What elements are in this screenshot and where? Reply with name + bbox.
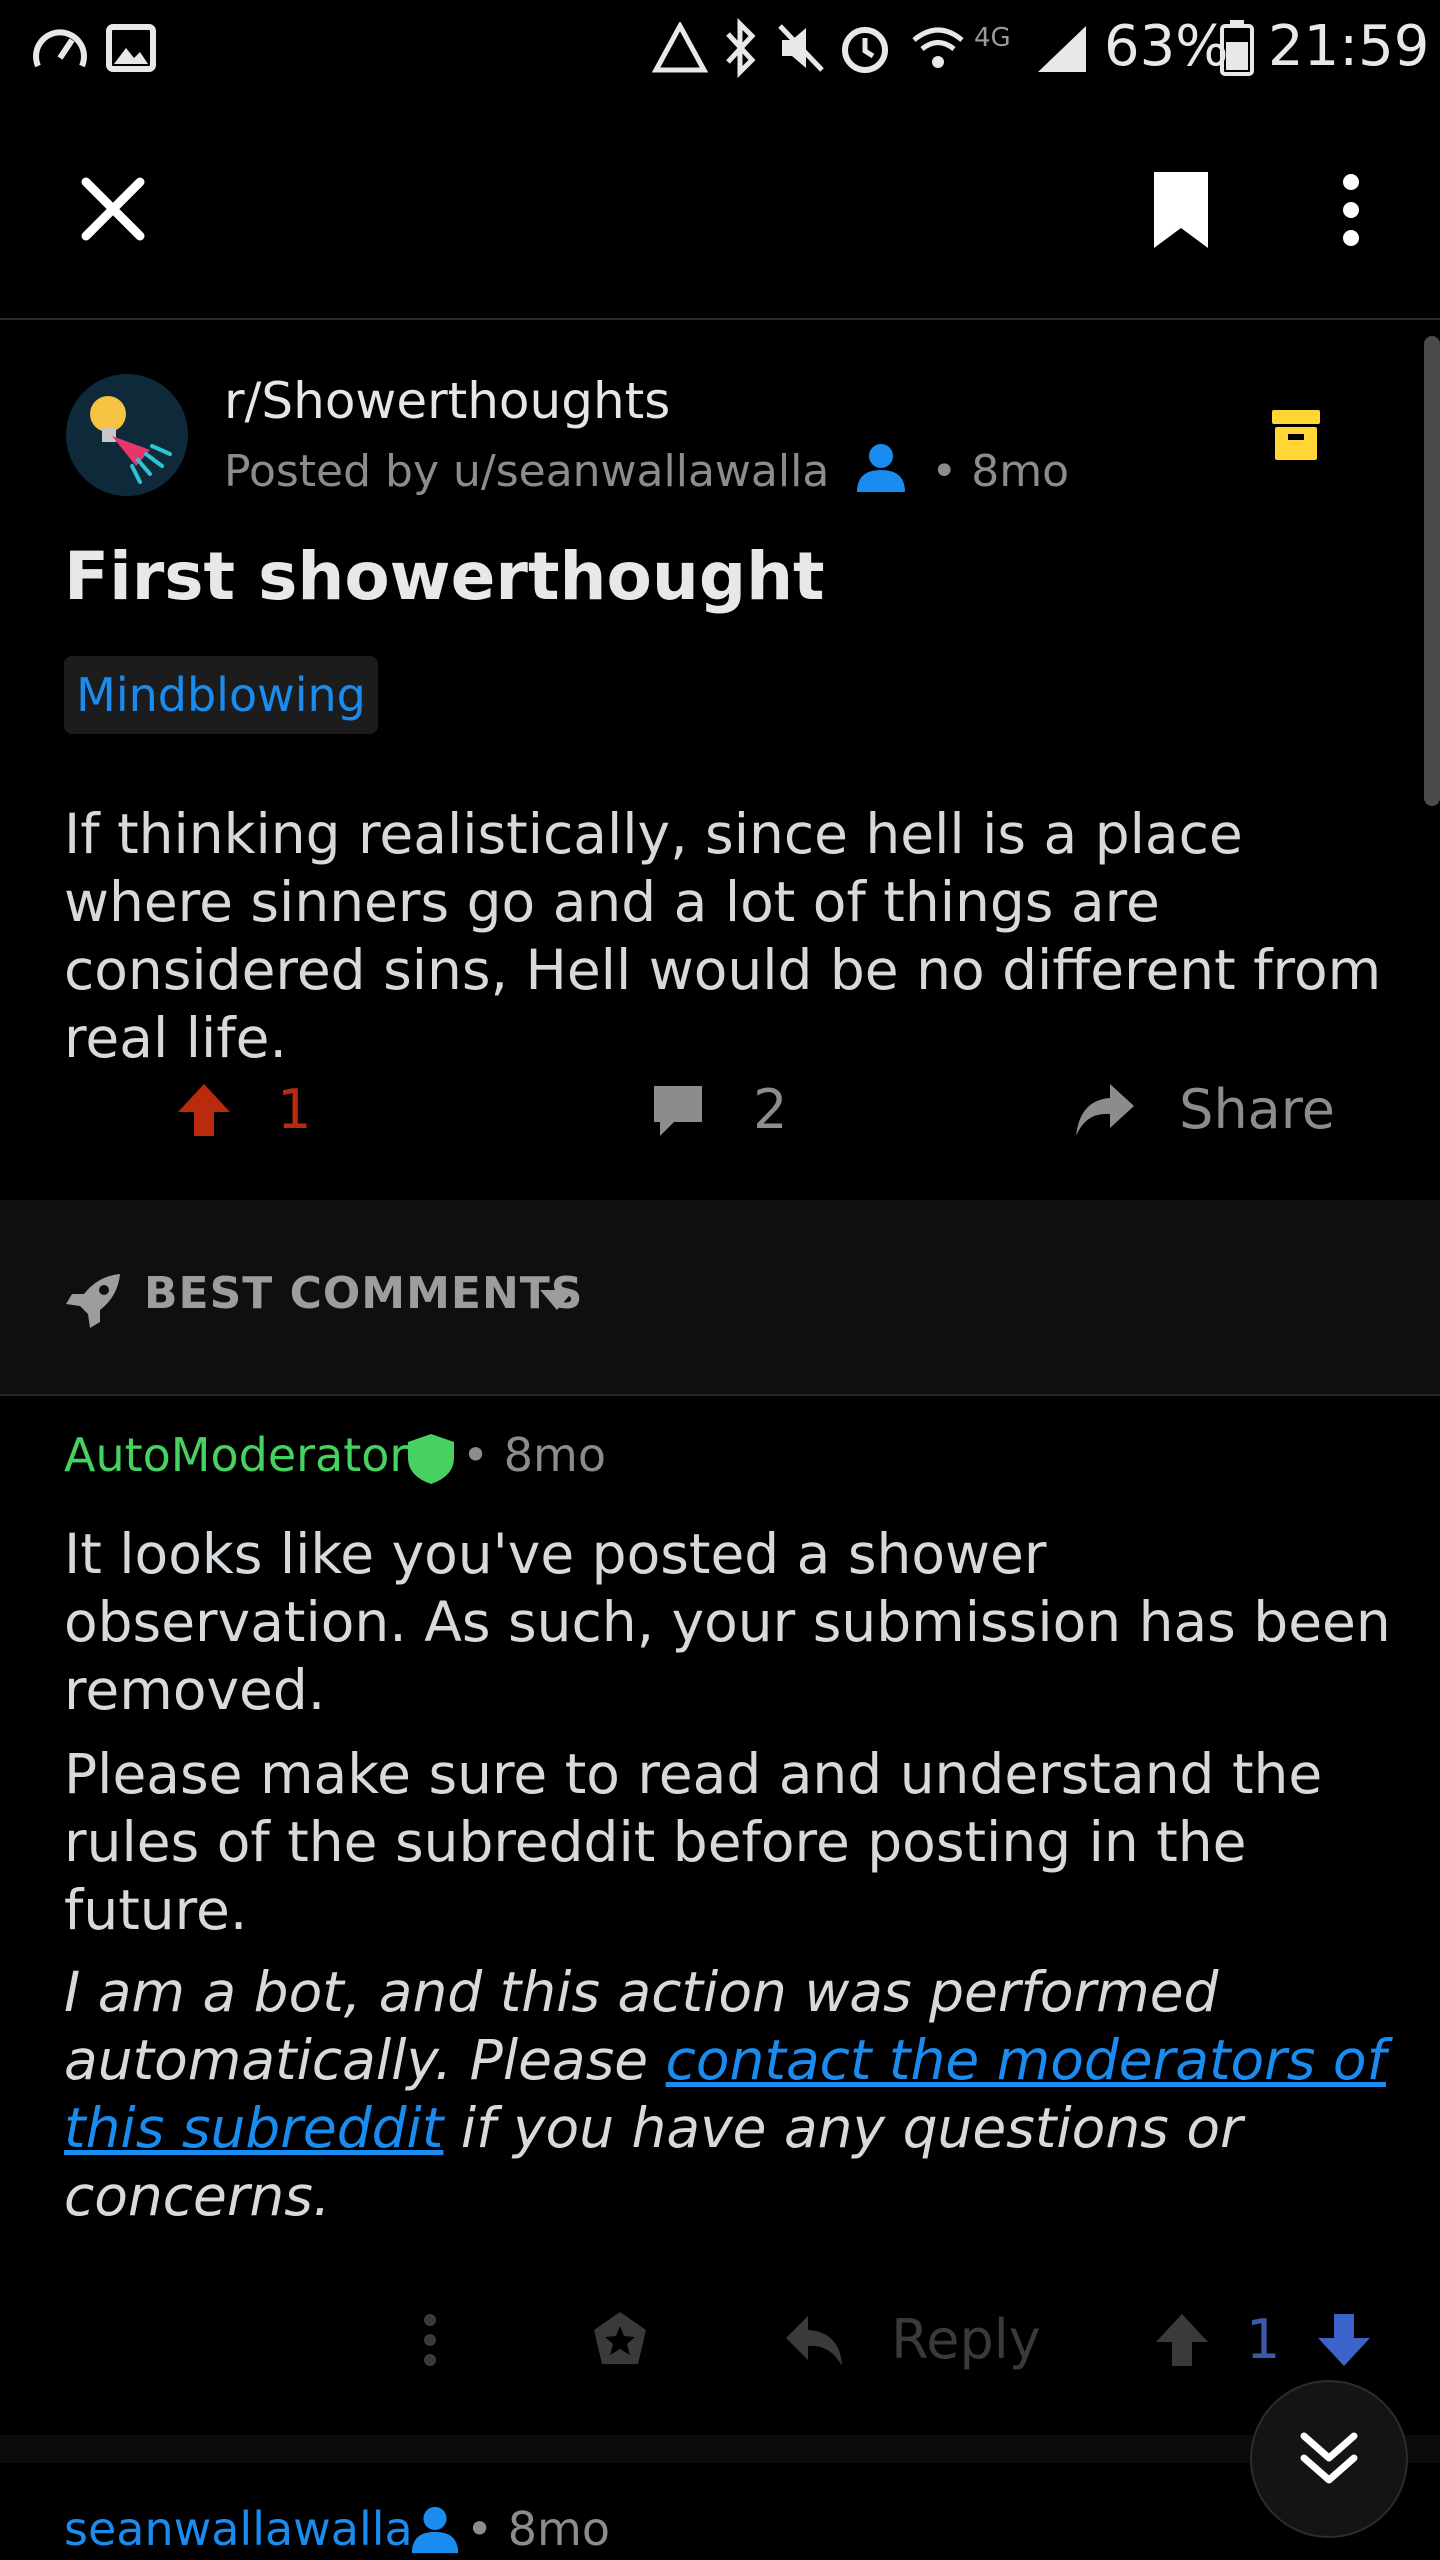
upvote-button[interactable]: 1 [176, 1070, 312, 1150]
moderator-shield-icon [408, 1434, 454, 1484]
comments-button[interactable]: 2 [650, 1070, 788, 1150]
chevron-down-icon[interactable] [540, 1290, 574, 1310]
post-flair[interactable]: Mindblowing [64, 656, 378, 734]
svg-text:4G: 4G [974, 23, 1011, 52]
rocket-icon [66, 1274, 120, 1328]
data-saver-icon [652, 22, 708, 73]
comment-count: 2 [753, 1078, 788, 1141]
post-age: • 8mo [931, 446, 1069, 497]
scroll-down-button[interactable] [1250, 2380, 1408, 2538]
sort-divider [0, 1394, 1440, 1396]
clock-time: 21:59 [1268, 14, 1430, 79]
comment-upvote-icon[interactable] [1154, 2312, 1210, 2368]
alarm-icon [842, 27, 888, 73]
wifi-icon [912, 27, 964, 68]
bluetooth-icon [726, 18, 756, 78]
post-body: If thinking realistically, since hell is… [64, 802, 1382, 1070]
comment-divider [0, 2435, 1440, 2463]
comment-icon [654, 1086, 702, 1136]
post-title: First showerthought [64, 538, 825, 615]
comment-paragraph-3: I am a bot, and this action was performe… [64, 1958, 1394, 2230]
share-label: Share [1179, 1078, 1336, 1141]
user-profile-icon [857, 444, 906, 492]
subreddit-name[interactable]: r/Showerthoughts [224, 372, 670, 430]
vote-score: 1 [277, 1078, 312, 1141]
header-divider [0, 318, 1440, 320]
4g-lte-icon: 4G [974, 23, 1011, 52]
bookmark-icon[interactable] [1148, 168, 1214, 252]
share-icon [1076, 1084, 1134, 1136]
status-bar: 4G 63% 21:59 [0, 0, 1440, 100]
sort-label[interactable]: BEST COMMENTS [144, 1268, 583, 1319]
post-meta: Posted by u/seanwallawalla • 8mo [224, 442, 1069, 497]
comment-more-icon[interactable] [418, 2312, 442, 2368]
posted-by-author[interactable]: Posted by u/seanwallawalla [224, 446, 829, 497]
award-icon[interactable] [590, 2310, 650, 2370]
comment-paragraph-1: It looks like you've posted a shower obs… [64, 1522, 1391, 1722]
subreddit-avatar[interactable] [66, 374, 188, 496]
reply-icon [786, 2316, 842, 2366]
gallery-icon [106, 24, 156, 72]
comment-age: • 8mo [462, 1428, 606, 1482]
comment-author[interactable]: AutoModerator [64, 1428, 408, 1482]
comment-downvote-icon[interactable] [1316, 2312, 1372, 2368]
share-button[interactable]: Share [1074, 1070, 1335, 1150]
comment-paragraph-2: Please make sure to read and understand … [64, 1742, 1323, 1942]
next-comment-author[interactable]: seanwallawalla [64, 2502, 413, 2556]
reply-label: Reply [891, 2308, 1041, 2371]
archived-icon [1272, 410, 1320, 460]
comment-score: 1 [1246, 2308, 1281, 2371]
upvote-arrow-icon [178, 1084, 230, 1136]
mute-icon [778, 24, 824, 72]
close-icon[interactable] [80, 176, 146, 242]
speedometer-icon [33, 29, 87, 68]
scrollbar[interactable] [1424, 336, 1440, 806]
op-user-icon [411, 2506, 459, 2554]
double-chevron-down-icon [1300, 2432, 1358, 2484]
battery-icon [1220, 20, 1254, 76]
reply-button[interactable]: Reply [784, 2300, 1041, 2380]
signal-icon [1038, 26, 1086, 72]
battery-percent: 63% [1104, 14, 1229, 79]
more-options-icon[interactable] [1338, 172, 1364, 248]
next-comment-age: • 8mo [466, 2502, 610, 2556]
